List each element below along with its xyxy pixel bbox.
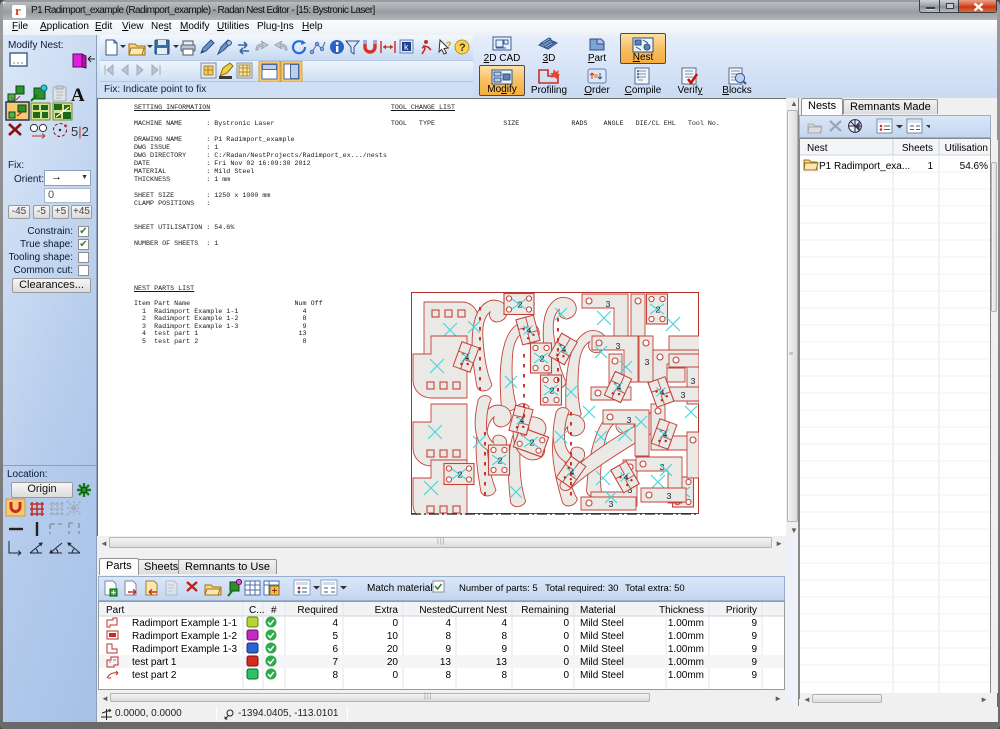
svg-text:3: 3: [690, 377, 695, 387]
svg-text:0: 0: [563, 644, 569, 655]
svg-text:2: 2: [655, 306, 660, 316]
svg-text:20: 20: [387, 644, 399, 655]
svg-text:54.6%: 54.6%: [960, 161, 988, 172]
svg-text:Radimport Example 1-3: Radimport Example 1-3: [132, 644, 237, 655]
svg-text:9: 9: [751, 670, 757, 681]
svg-text:9: 9: [751, 618, 757, 629]
svg-text:4: 4: [624, 474, 629, 483]
svg-text:0: 0: [563, 631, 569, 642]
svg-text:3: 3: [605, 300, 610, 310]
svg-text:Sheets: Sheets: [902, 143, 933, 154]
svg-text:8: 8: [445, 670, 451, 681]
svg-text:7: 7: [332, 657, 338, 668]
svg-text:Radimport Example 1-1: Radimport Example 1-1: [132, 618, 237, 629]
svg-text:test part 2: test part 2: [132, 670, 177, 681]
svg-text:1.00mm: 1.00mm: [668, 631, 704, 642]
svg-text:9: 9: [751, 644, 757, 655]
svg-text:0: 0: [563, 618, 569, 629]
svg-text:2: 2: [497, 457, 502, 467]
svg-text:3: 3: [626, 416, 631, 426]
svg-text:Nest: Nest: [807, 143, 828, 154]
svg-text:5|2: 5|2: [71, 124, 89, 139]
svg-text:1.00mm: 1.00mm: [668, 670, 704, 681]
svg-text:3: 3: [666, 492, 671, 502]
svg-text:13: 13: [440, 657, 452, 668]
svg-text:2: 2: [539, 355, 544, 365]
svg-text:13: 13: [496, 657, 508, 668]
svg-text:5: 5: [332, 631, 338, 642]
svg-text:Number of parts: 5: Number of parts: 5: [459, 583, 538, 594]
svg-text:3: 3: [608, 500, 613, 510]
svg-text:Part: Part: [106, 605, 125, 616]
svg-text:Nested: Nested: [419, 605, 451, 616]
svg-text:8: 8: [501, 631, 507, 642]
svg-text:4: 4: [617, 384, 622, 393]
svg-text:0: 0: [563, 670, 569, 681]
svg-text:1.00mm: 1.00mm: [668, 618, 704, 629]
svg-text:k: k: [404, 42, 409, 52]
svg-text:8: 8: [332, 670, 338, 681]
svg-text:4: 4: [501, 618, 507, 629]
svg-text:Extra: Extra: [375, 605, 399, 616]
svg-text:0: 0: [392, 670, 398, 681]
svg-text:4: 4: [445, 618, 451, 629]
svg-text:9: 9: [751, 631, 757, 642]
svg-text:Utilisation: Utilisation: [945, 143, 988, 154]
svg-text:8: 8: [445, 631, 451, 642]
svg-text:3: 3: [644, 358, 649, 368]
svg-text:10: 10: [387, 631, 399, 642]
svg-text:#: #: [271, 605, 277, 616]
svg-text:Total required: 30: Total required: 30: [545, 583, 618, 594]
svg-text:4: 4: [527, 327, 532, 336]
svg-text:3: 3: [615, 342, 620, 352]
svg-text:Mild Steel: Mild Steel: [580, 644, 624, 655]
svg-text:Material: Material: [580, 605, 616, 616]
svg-text:1: 1: [927, 161, 933, 172]
svg-text:3: 3: [680, 391, 685, 401]
svg-text:1.00mm: 1.00mm: [668, 644, 704, 655]
svg-text:2: 2: [549, 387, 554, 397]
svg-text:Mild Steel: Mild Steel: [580, 657, 624, 668]
svg-text:Current Nest: Current Nest: [450, 605, 507, 616]
svg-text:C...: C...: [249, 605, 265, 616]
svg-text:test part 1: test part 1: [132, 657, 177, 668]
svg-text:4: 4: [465, 354, 470, 363]
svg-text:4: 4: [562, 346, 567, 355]
svg-text:Mild Steel: Mild Steel: [580, 631, 624, 642]
svg-text:Remaining: Remaining: [521, 605, 569, 616]
svg-text:Thickness: Thickness: [659, 605, 704, 616]
svg-text:9: 9: [751, 657, 757, 668]
svg-text:0: 0: [563, 657, 569, 668]
svg-text:Match material:: Match material:: [367, 583, 435, 594]
svg-text:9: 9: [501, 644, 507, 655]
svg-text:?: ?: [446, 40, 452, 50]
svg-text:4: 4: [660, 389, 665, 398]
svg-text:6: 6: [332, 644, 338, 655]
svg-text:A: A: [71, 85, 85, 106]
svg-text:?: ?: [459, 42, 466, 54]
svg-text:20: 20: [387, 657, 399, 668]
svg-text:4: 4: [520, 417, 525, 426]
svg-text:Mild Steel: Mild Steel: [580, 618, 624, 629]
svg-text:1.00mm: 1.00mm: [668, 657, 704, 668]
svg-text:2: 2: [457, 471, 462, 481]
svg-text:4: 4: [663, 431, 668, 440]
svg-text:8: 8: [501, 670, 507, 681]
svg-text:Priority: Priority: [726, 605, 757, 616]
svg-text:Total extra: 50: Total extra: 50: [625, 583, 685, 594]
svg-text:Required: Required: [297, 605, 338, 616]
svg-text:P1 Radimport_exa...: P1 Radimport_exa...: [819, 161, 910, 172]
svg-text:2: 2: [529, 439, 534, 449]
svg-text:0: 0: [392, 618, 398, 629]
svg-text:4: 4: [332, 618, 338, 629]
svg-text:Mild Steel: Mild Steel: [580, 670, 624, 681]
svg-text:2: 2: [517, 301, 522, 311]
svg-text:9: 9: [445, 644, 451, 655]
svg-text:Radimport Example 1-2: Radimport Example 1-2: [132, 631, 237, 642]
